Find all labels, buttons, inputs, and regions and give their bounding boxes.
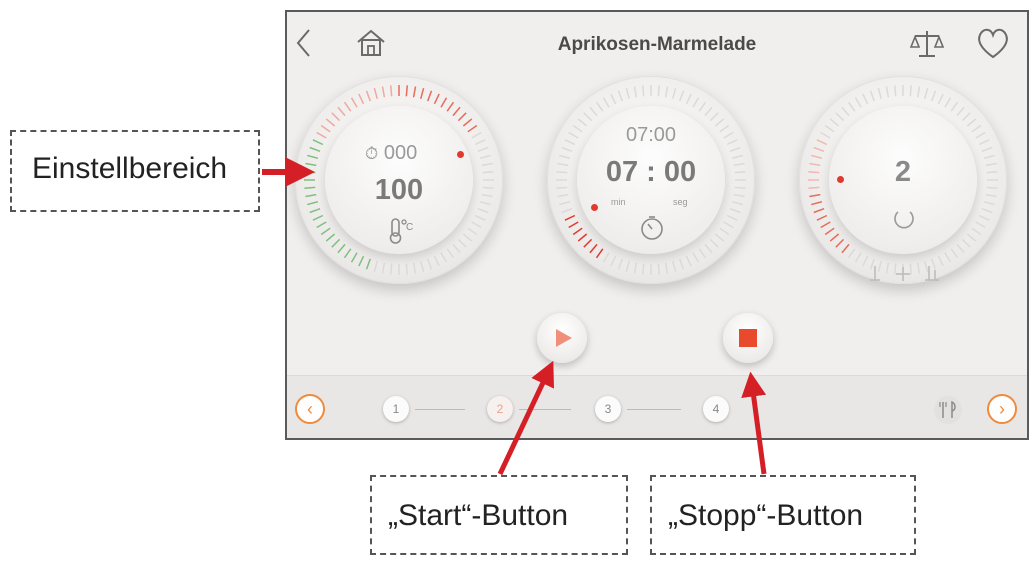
arrow-stopp xyxy=(741,371,767,475)
annotation-arrows xyxy=(262,157,767,476)
arrow-start xyxy=(497,360,554,476)
